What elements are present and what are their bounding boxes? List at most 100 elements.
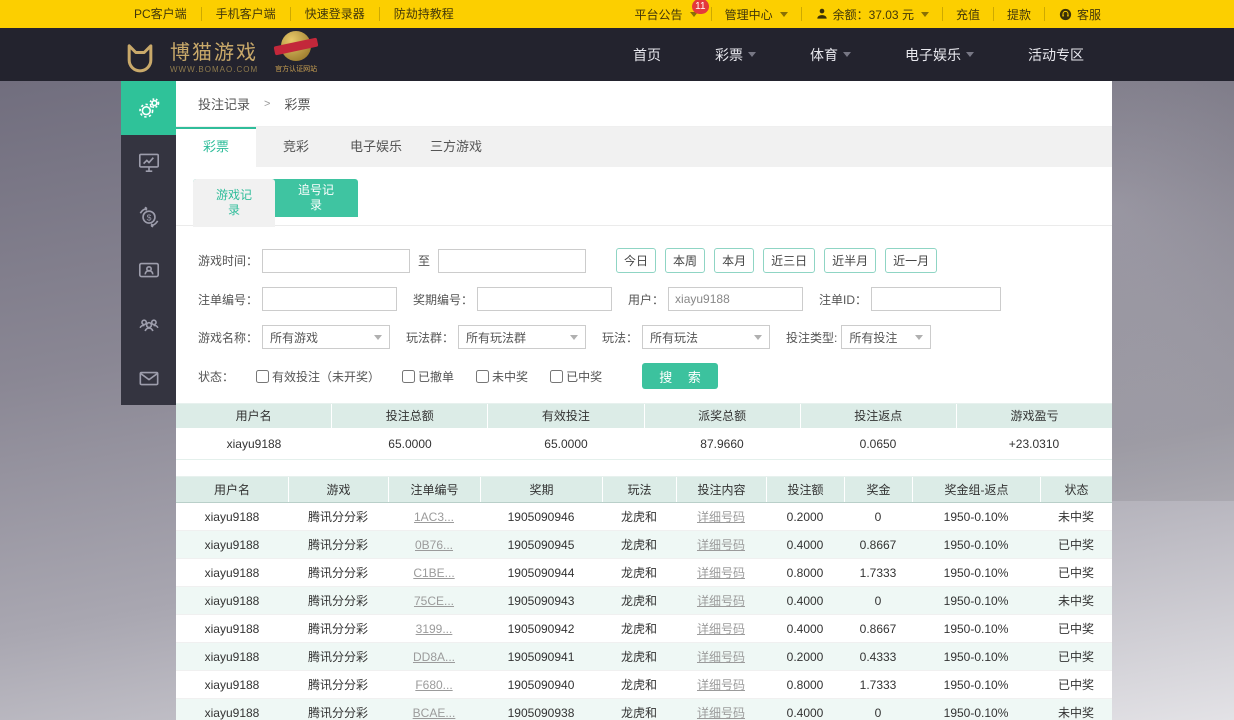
logo-subtitle: WWW.BOMAO.COM [170, 64, 259, 74]
status-checkbox-won[interactable]: 已中奖 [550, 368, 602, 385]
subtab-chase-records[interactable]: 追号记录 [275, 179, 357, 217]
tab-lottery[interactable]: 彩票 [176, 127, 256, 167]
customer-service-link[interactable]: 客服 [1045, 0, 1114, 28]
anti-hijack-link[interactable]: 防劫持教程 [380, 0, 468, 28]
quick-this-month-button[interactable]: 本月 [714, 248, 755, 273]
play-group-select[interactable]: 所有玩法群 [458, 325, 587, 349]
bet-type-select[interactable]: 所有投注 [841, 325, 932, 349]
play-group-label: 玩法群： [406, 330, 455, 345]
quick-today-button[interactable]: 今日 [616, 248, 657, 273]
platform-announcement-link[interactable]: 平台公告 11 [622, 0, 711, 28]
user-input[interactable] [668, 287, 804, 311]
bet-detail-link[interactable]: 详细号码 [676, 643, 766, 670]
nav-lottery[interactable]: 彩票 [715, 45, 756, 65]
sidebar-item-member[interactable] [121, 243, 176, 297]
quick-3-days-button[interactable]: 近三日 [763, 248, 816, 273]
bet-detail-link[interactable]: 详细号码 [676, 671, 766, 698]
tab-egames[interactable]: 电子娱乐 [336, 127, 416, 167]
tab-third-party[interactable]: 三方游戏 [416, 127, 496, 167]
subtab-game-records[interactable]: 游戏记录 [193, 179, 275, 227]
order-no-input[interactable] [262, 287, 398, 311]
table-cell: 腾讯分分彩 [307, 622, 368, 636]
withdraw-label: 提款 [1006, 7, 1031, 22]
order-number-link[interactable]: 1AC3... [388, 503, 480, 530]
play-label: 玩法： [602, 330, 639, 345]
order-number-link[interactable]: F680... [388, 671, 480, 698]
table-cell: 未中奖 [1057, 510, 1094, 524]
table-cell: 0.8667 [859, 538, 897, 552]
bet-detail-link[interactable]: 详细号码 [676, 559, 766, 586]
game-name-select[interactable]: 所有游戏 [262, 325, 391, 349]
bet-detail-link[interactable]: 详细号码 [676, 531, 766, 558]
search-button[interactable]: 搜 索 [642, 363, 719, 389]
balance-menu[interactable]: 余额：37.03 元 [802, 0, 942, 28]
table-cell: 腾讯分分彩 [307, 510, 368, 524]
order-number-link[interactable]: BCAE... [388, 699, 480, 720]
table-cell: 1905090945 [507, 538, 575, 552]
status-checkbox-valid[interactable]: 有效投注（未开奖） [256, 368, 380, 385]
summary-valid-bet: 65.0000 [544, 437, 588, 451]
status-checkbox-lost[interactable]: 未中奖 [476, 368, 528, 385]
recharge-button[interactable]: 充值 [943, 0, 993, 28]
summary-total-payout: 87.9660 [700, 437, 744, 451]
checkbox[interactable] [476, 369, 490, 383]
bet-detail-link[interactable]: 详细号码 [676, 699, 766, 720]
table-cell: xiayu9188 [204, 706, 260, 720]
breadcrumb-current: 彩票 [284, 97, 311, 112]
sidebar-item-reports[interactable] [121, 135, 176, 189]
game-name-label: 游戏名称： [198, 330, 259, 345]
issue-no-input[interactable] [477, 287, 613, 311]
bet-detail-link[interactable]: 详细号码 [676, 503, 766, 530]
mobile-client-link[interactable]: 手机客户端 [202, 0, 290, 28]
sidebar-item-settings[interactable] [121, 81, 176, 135]
summary-header-cell: 有效投注 [487, 404, 643, 428]
checkbox[interactable] [402, 369, 416, 383]
main-content: 投注记录 > 彩票 彩票 竞彩 电子娱乐 三方游戏 游戏记录 追号记录 游戏时间… [176, 81, 1112, 720]
table-cell: xiayu9188 [204, 510, 260, 524]
quick-half-month-button[interactable]: 近半月 [824, 248, 877, 273]
nav-egames[interactable]: 电子娱乐 [905, 45, 974, 65]
quick-login-link[interactable]: 快速登录器 [291, 0, 379, 28]
summary-profit: +23.0310 [1008, 437, 1060, 451]
site-logo[interactable]: 博猫游戏 WWW.BOMAO.COM 官方认证网站 [120, 30, 319, 79]
order-number-link[interactable]: DD8A... [388, 643, 480, 670]
table-cell: 0.8667 [859, 622, 897, 636]
sidebar-item-messages[interactable] [121, 351, 176, 405]
chevron-down-icon [920, 11, 929, 17]
table-cell: 腾讯分分彩 [307, 678, 368, 692]
order-number-link[interactable]: C1BE... [388, 559, 480, 586]
nav-home[interactable]: 首页 [633, 45, 661, 65]
table-cell: 龙虎和 [620, 538, 657, 552]
order-number-link[interactable]: 0B76... [388, 531, 480, 558]
status-checkbox-cancelled[interactable]: 已撤单 [402, 368, 454, 385]
order-number-link[interactable]: 3199... [388, 615, 480, 642]
table-cell: 1.7333 [859, 566, 897, 580]
breadcrumb-root[interactable]: 投注记录 [198, 94, 250, 113]
sidebar-item-agents[interactable] [121, 297, 176, 351]
management-center-menu[interactable]: 管理中心 [712, 0, 801, 28]
nav-promotions[interactable]: 活动专区 [1028, 45, 1084, 65]
monitor-chart-icon [138, 153, 159, 173]
col-header-order-no: 注单编号 [388, 477, 480, 502]
checkbox[interactable] [256, 369, 270, 383]
start-date-input[interactable] [262, 248, 411, 273]
end-date-input[interactable] [438, 248, 587, 273]
pc-client-link[interactable]: PC客户端 [120, 0, 201, 28]
play-select[interactable]: 所有玩法 [642, 325, 771, 349]
withdraw-button[interactable]: 提款 [994, 0, 1044, 28]
nav-sports[interactable]: 体育 [810, 45, 851, 65]
sidebar-item-transactions[interactable]: $ [121, 189, 176, 243]
quick-this-week-button[interactable]: 本周 [665, 248, 706, 273]
order-number-link[interactable]: 75CE... [388, 587, 480, 614]
tab-sports-lottery[interactable]: 竞彩 [256, 127, 336, 167]
bet-detail-link[interactable]: 详细号码 [676, 615, 766, 642]
quick-one-month-button[interactable]: 近一月 [885, 248, 938, 273]
checkbox[interactable] [550, 369, 564, 383]
announcement-count-badge: 11 [692, 0, 709, 14]
chevron-down-icon [570, 334, 579, 340]
nav-label: 电子娱乐 [905, 46, 961, 63]
col-header-game: 游戏 [288, 477, 388, 502]
order-id-input[interactable] [871, 287, 1002, 311]
bet-detail-link[interactable]: 详细号码 [676, 587, 766, 614]
bet-table-body: xiayu9188 腾讯分分彩 1AC3... 1905090946 龙虎和 详细号码 0.… [176, 503, 1112, 720]
